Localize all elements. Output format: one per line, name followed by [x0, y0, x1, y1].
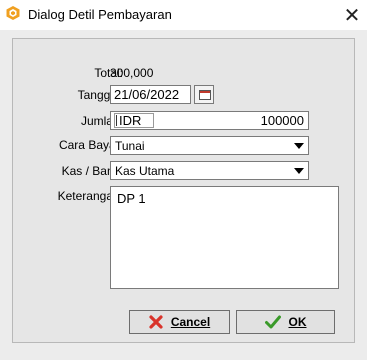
app-logo-icon [6, 6, 20, 20]
window-title: Dialog Detil Pembayaran [28, 7, 172, 22]
jumlah-field[interactable]: IDR 100000 [110, 111, 309, 130]
kas-bank-select[interactable]: Kas Utama [110, 161, 309, 180]
kas-bank-value: Kas Utama [115, 164, 175, 178]
currency-badge: IDR [114, 113, 154, 128]
cara-bayar-label: Cara Bayar: [58, 138, 123, 152]
tanggal-value: 21/06/2022 [114, 87, 180, 102]
chevron-down-icon [294, 143, 304, 149]
close-icon[interactable]: ✕ [337, 0, 367, 30]
cancel-label: Cancel [170, 315, 211, 329]
jumlah-value: 100000 [260, 113, 304, 128]
total-value: 300,000 [110, 66, 154, 80]
ok-label: OK [288, 315, 307, 329]
cancel-button[interactable]: Cancel [129, 310, 230, 334]
keterangan-label: Keterangan: [57, 189, 123, 203]
ok-button[interactable]: OK [236, 310, 335, 334]
chevron-down-icon [294, 168, 304, 174]
checkmark-icon [264, 315, 281, 329]
keterangan-textarea[interactable]: DP 1 [110, 186, 339, 289]
keterangan-value: DP 1 [117, 191, 146, 206]
x-mark-icon [149, 315, 163, 329]
calendar-icon[interactable] [194, 85, 214, 104]
title-bar: Dialog Detil Pembayaran ✕ [0, 0, 367, 30]
total-label: Total: [94, 66, 123, 80]
cara-bayar-select[interactable]: Tunai [110, 136, 309, 155]
cara-bayar-value: Tunai [115, 139, 145, 153]
jumlah-label: Jumlah: [80, 114, 123, 128]
tanggal-field[interactable]: 21/06/2022 [110, 85, 191, 104]
tanggal-label: Tanggal: [77, 88, 123, 102]
kas-bank-label: Kas / Bank: [61, 164, 123, 178]
